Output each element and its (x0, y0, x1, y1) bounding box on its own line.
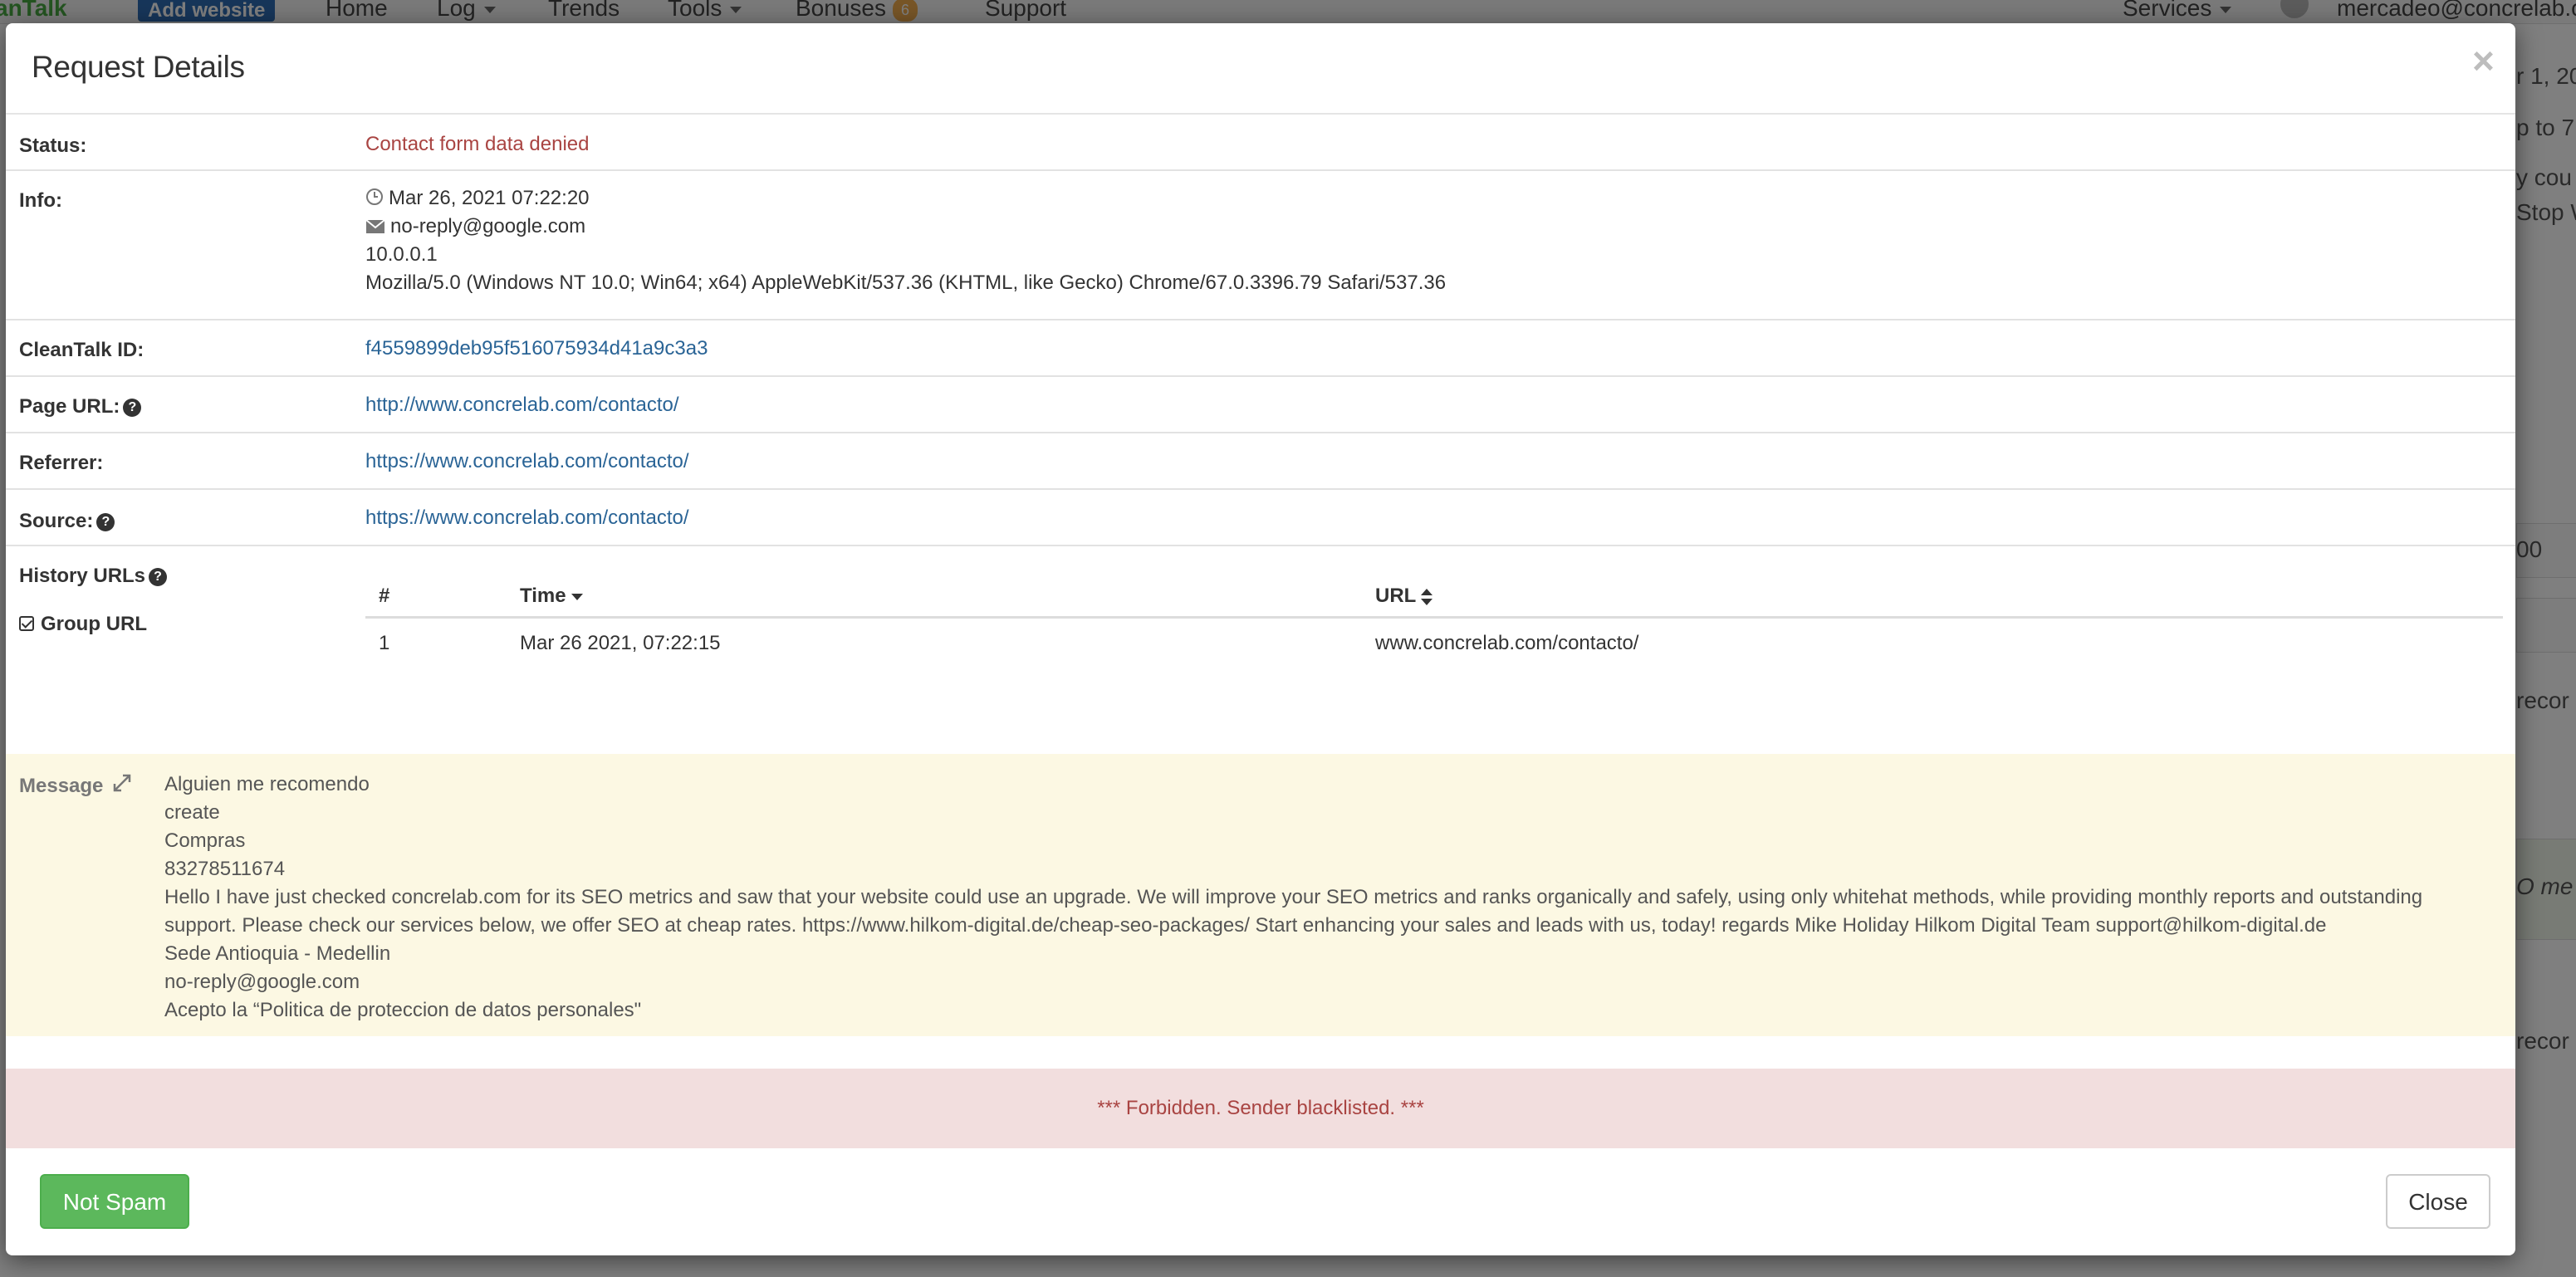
info-ip: 10.0.0.1 (365, 243, 438, 266)
status-label: Status: (19, 135, 87, 157)
info-datetime: Mar 26, 2021 07:22:20 (389, 187, 590, 209)
message-line: Sede Antioquia - Medellin (164, 942, 391, 965)
column-header-url[interactable]: URL (1375, 585, 1433, 608)
table-header: # Time URL (365, 565, 2503, 619)
source-label-group: Source:? (19, 510, 115, 533)
page-url-label-group: Page URL:? (19, 395, 142, 418)
message-line: 83278511674 (164, 858, 286, 880)
modal-title: Request Details (32, 50, 245, 84)
expand-icon[interactable] (111, 772, 133, 800)
cleantalk-id-link[interactable]: f4559899deb95f516075934d41a9c3a3 (365, 337, 708, 360)
sort-desc-icon (571, 593, 583, 600)
question-circle-icon[interactable]: ? (96, 513, 115, 531)
close-button[interactable]: Close (2386, 1174, 2490, 1229)
request-details-modal: Request Details × Status: Contact form d… (6, 23, 2515, 1255)
referrer-link[interactable]: https://www.concrelab.com/contacto/ (365, 450, 689, 473)
info-datetime-line: Mar 26, 2021 07:22:20 (365, 184, 1446, 213)
column-header-number: # (379, 585, 390, 607)
info-row: Info: Mar 26, 2021 07:22:20 no-reply@goo… (6, 171, 2515, 320)
history-label-group: History URLs? (19, 565, 168, 588)
info-values: Mar 26, 2021 07:22:20 no-reply@google.co… (365, 184, 1446, 297)
cleantalk-id-row: CleanTalk ID: f4559899deb95f516075934d41… (6, 320, 2515, 377)
history-table: # Time URL 1 Mar 26 2021, 07:22:15 www.c… (365, 565, 2503, 675)
modal-header: Request Details × (6, 23, 2515, 115)
info-email-line: no-reply@google.com (365, 213, 1446, 241)
message-line: Compras (164, 829, 246, 852)
column-header-time[interactable]: Time (520, 585, 583, 608)
message-line: create (164, 801, 220, 824)
table-cell-time: Mar 26 2021, 07:22:15 (520, 632, 721, 654)
history-urls-row: History URLs? Group URL # Time URL 1 Mar… (6, 546, 2515, 754)
referrer-row: Referrer: https://www.concrelab.com/cont… (6, 433, 2515, 490)
group-url-label: Group URL (41, 613, 147, 635)
cleantalk-id-label: CleanTalk ID: (19, 339, 144, 361)
group-url-toggle[interactable]: Group URL (19, 613, 147, 636)
source-row: Source:? https://www.concrelab.com/conta… (6, 490, 2515, 546)
question-circle-icon[interactable]: ? (123, 399, 142, 417)
column-header-url-label: URL (1375, 585, 1417, 607)
check-square-icon[interactable] (19, 616, 34, 631)
sort-icon (1421, 588, 1433, 605)
history-urls-label: History URLs (19, 565, 146, 587)
message-body: Alguien me recomendo create Compras 8327… (164, 771, 2481, 1025)
message-line: no-reply@google.com (164, 971, 360, 993)
forbidden-alert: *** Forbidden. Sender blacklisted. *** (6, 1069, 2515, 1148)
info-label: Info: (19, 189, 62, 212)
table-cell-url: www.concrelab.com/contacto/ (1375, 632, 1639, 654)
message-label: Message (19, 775, 104, 797)
not-spam-button[interactable]: Not Spam (40, 1174, 189, 1229)
status-value: Contact form data denied (365, 133, 590, 155)
source-label: Source: (19, 510, 94, 532)
info-user-agent: Mozilla/5.0 (Windows NT 10.0; Win64; x64… (365, 272, 1447, 294)
table-cell-number: 1 (379, 632, 390, 654)
clock-icon (365, 186, 384, 214)
message-line: Acepto la “Politica de proteccion de dat… (164, 999, 642, 1021)
page-url-row: Page URL:? http://www.concrelab.com/cont… (6, 377, 2515, 433)
source-link[interactable]: https://www.concrelab.com/contacto/ (365, 506, 689, 530)
table-row: 1 Mar 26 2021, 07:22:15 www.concrelab.co… (365, 619, 2503, 675)
message-line: Alguien me recomendo (164, 773, 370, 795)
message-label-group: Message (19, 772, 133, 800)
page-url-label: Page URL: (19, 395, 120, 418)
status-row: Status: Contact form data denied (6, 115, 2515, 171)
question-circle-icon[interactable]: ? (149, 568, 168, 586)
page-url-link[interactable]: http://www.concrelab.com/contacto/ (365, 394, 679, 417)
message-panel: Message Alguien me recomendo create Comp… (6, 754, 2515, 1036)
close-icon[interactable]: × (2472, 42, 2495, 80)
referrer-label: Referrer: (19, 452, 104, 474)
column-header-time-label: Time (520, 585, 566, 607)
info-email: no-reply@google.com (390, 215, 586, 237)
message-line: Hello I have just checked concrelab.com … (164, 886, 2423, 937)
envelope-icon (365, 214, 385, 242)
